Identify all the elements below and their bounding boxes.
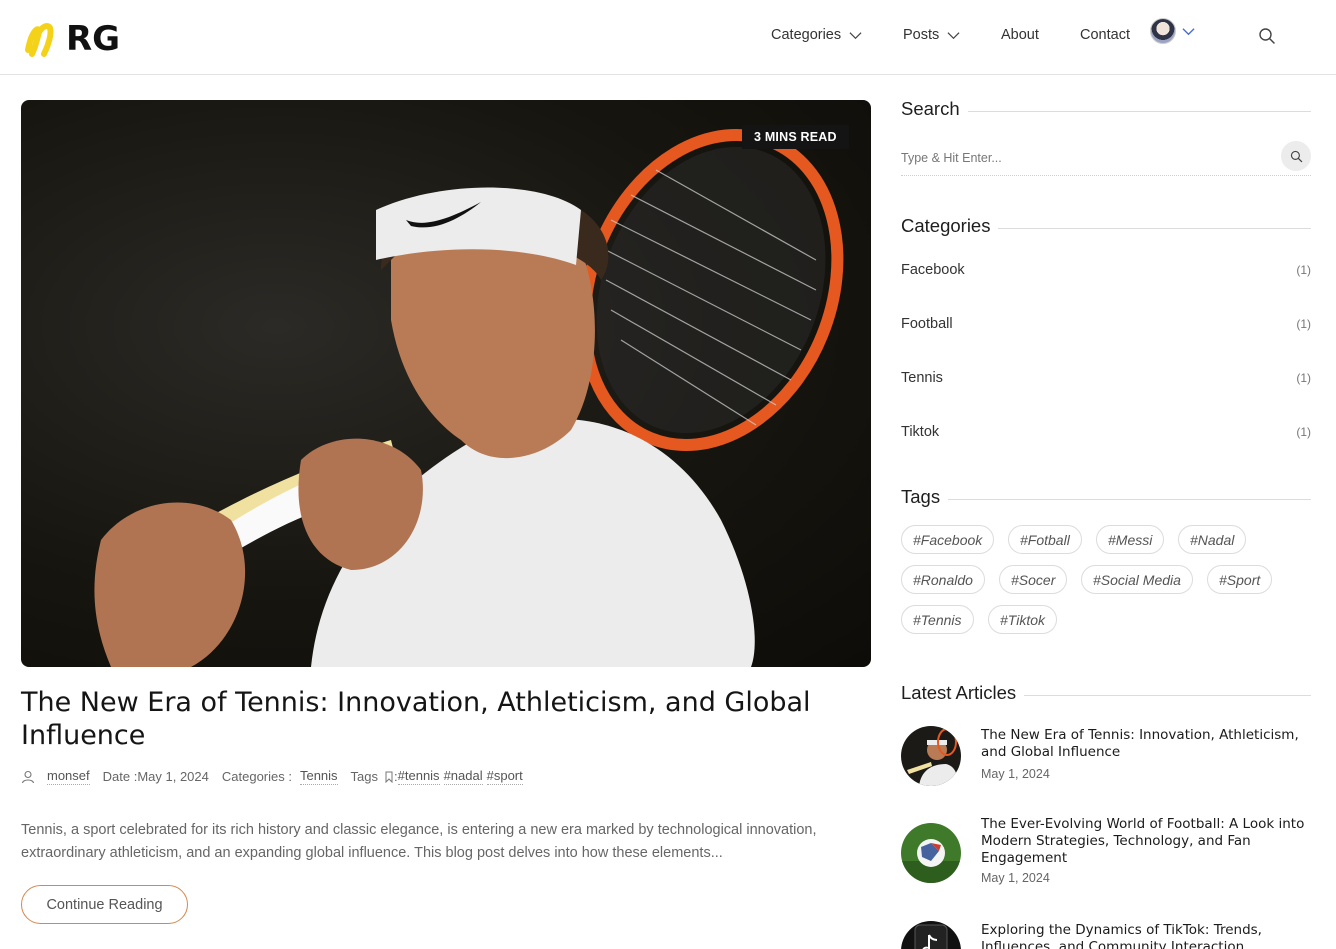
latest-articles-widget-title: Latest Articles	[901, 682, 1311, 704]
article-thumbnail[interactable]	[901, 921, 961, 949]
tag-chip[interactable]: #Nadal	[1178, 525, 1247, 554]
post-tag-link[interactable]: #nadal	[443, 768, 483, 785]
category-item[interactable]: Tennis (1)	[901, 366, 1311, 390]
category-link[interactable]: Tennis	[299, 768, 338, 785]
post-meta: monsef Date : May 1, 2024 Categories : T…	[21, 768, 523, 785]
category-item[interactable]: Football (1)	[901, 312, 1311, 336]
widget-title-text: Categories	[901, 215, 991, 236]
author-link[interactable]: monsef	[47, 768, 90, 785]
search-widget-title: Search	[901, 98, 1311, 120]
chevron-down-icon	[947, 31, 960, 39]
chevron-down-icon	[849, 31, 862, 39]
tag-chip[interactable]: #Ronaldo	[901, 565, 985, 594]
post-date: May 1, 2024	[137, 769, 209, 784]
latest-article-item[interactable]: The New Era of Tennis: Innovation, Athle…	[901, 726, 1311, 788]
avatar	[1150, 18, 1176, 44]
tag-chip[interactable]: #Socer	[999, 565, 1068, 594]
tennis-player-illustration	[94, 128, 844, 667]
tag-icon	[385, 771, 393, 783]
tag-chip[interactable]: #Messi	[1096, 525, 1165, 554]
tags-label: Tags	[350, 769, 379, 784]
post-tag-link[interactable]: #tennis	[397, 768, 440, 785]
category-item[interactable]: Tiktok (1)	[901, 420, 1311, 444]
chevron-down-icon	[1182, 27, 1195, 35]
latest-article-item[interactable]: The Ever-Evolving World of Football: A L…	[901, 816, 1311, 886]
category-name: Facebook	[901, 262, 965, 278]
categories-label: Categories :	[221, 769, 292, 784]
nav-about[interactable]: About	[1001, 27, 1039, 43]
category-name: Tiktok	[901, 424, 940, 440]
category-count: (1)	[1296, 425, 1311, 439]
category-name: Tennis	[901, 370, 943, 386]
nav-contact[interactable]: Contact	[1080, 27, 1130, 43]
search-icon	[1290, 150, 1302, 162]
nav-posts[interactable]: Posts	[903, 27, 960, 43]
category-count: (1)	[1296, 263, 1311, 277]
continue-reading-button[interactable]: Continue Reading	[21, 885, 188, 924]
category-count: (1)	[1296, 317, 1311, 331]
article-title[interactable]: Exploring the Dynamics of TikTok: Trends…	[981, 922, 1311, 949]
tag-chip[interactable]: #Social Media	[1081, 565, 1193, 594]
article-title[interactable]: The Ever-Evolving World of Football: A L…	[981, 816, 1311, 867]
site-header: RG Categories Posts About Contact	[0, 0, 1336, 75]
tag-chip[interactable]: #Fotball	[1008, 525, 1082, 554]
article-thumbnail[interactable]	[901, 726, 961, 786]
nav-posts-label: Posts	[903, 27, 940, 43]
tag-chip[interactable]: #Facebook	[901, 525, 995, 554]
date-label: Date :	[102, 769, 138, 784]
category-item[interactable]: Facebook (1)	[901, 258, 1311, 282]
tag-chip[interactable]: #Tennis	[901, 605, 974, 634]
site-logo[interactable]: RG	[22, 12, 122, 60]
article-date: May 1, 2024	[981, 871, 1050, 885]
latest-article-item[interactable]: Exploring the Dynamics of TikTok: Trends…	[901, 921, 1311, 949]
sidebar-search	[901, 140, 1311, 176]
search-submit-button[interactable]	[1281, 141, 1311, 171]
user-menu[interactable]	[1150, 18, 1195, 44]
nav-contact-label: Contact	[1080, 27, 1130, 43]
category-count: (1)	[1296, 371, 1311, 385]
user-icon	[21, 770, 35, 783]
nav-categories[interactable]: Categories	[771, 27, 862, 43]
widget-title-text: Latest Articles	[901, 682, 1017, 703]
logo-text: RG	[66, 19, 120, 59]
nav-about-label: About	[1001, 27, 1039, 43]
tag-chip[interactable]: #Tiktok	[988, 605, 1058, 634]
categories-widget-title: Categories	[901, 215, 1311, 237]
read-time-badge: 3 MINS READ	[742, 125, 849, 149]
post-tag-link[interactable]: #sport	[486, 768, 523, 785]
widget-title-text: Tags	[901, 486, 941, 507]
article-thumbnail[interactable]	[901, 823, 961, 883]
widget-title-text: Search	[901, 98, 960, 119]
featured-image[interactable]: 3 MINS READ	[21, 100, 871, 667]
nav-categories-label: Categories	[771, 27, 842, 43]
post-excerpt: Tennis, a sport celebrated for its rich …	[21, 822, 817, 861]
article-date: May 1, 2024	[981, 767, 1050, 781]
article-title[interactable]: The New Era of Tennis: Innovation, Athle…	[981, 727, 1311, 761]
search-input[interactable]	[901, 146, 1271, 170]
tags-widget-title: Tags	[901, 486, 1311, 508]
post-title[interactable]: The New Era of Tennis: Innovation, Athle…	[21, 686, 881, 752]
category-name: Football	[901, 316, 953, 332]
tag-chip[interactable]: #Sport	[1207, 565, 1273, 594]
search-icon[interactable]	[1258, 27, 1276, 45]
